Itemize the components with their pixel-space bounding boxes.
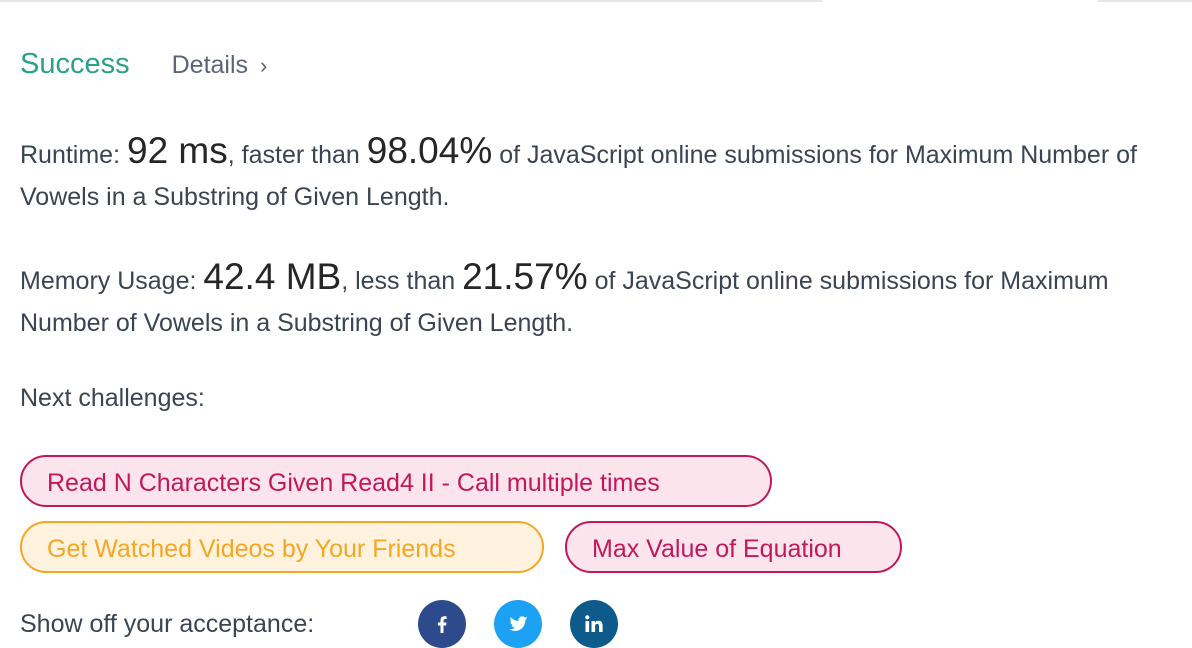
- twitter-share-button[interactable]: [494, 600, 542, 648]
- share-label: Show off your acceptance:: [20, 609, 315, 638]
- facebook-icon: [437, 616, 447, 633]
- details-link[interactable]: Details ›: [172, 51, 268, 80]
- memory-percent: 21.57%: [462, 256, 588, 297]
- runtime-label: Runtime:: [20, 141, 121, 169]
- linkedin-icon: [585, 615, 603, 632]
- challenge-chip-max-value-of-equation[interactable]: Max Value of Equation: [565, 521, 902, 573]
- challenge-chip-read-n-characters[interactable]: Read N Characters Given Read4 II - Call …: [20, 455, 772, 507]
- memory-mid-text: , less than: [341, 267, 456, 295]
- memory-summary: Memory Usage: 42.4 MB, less than 21.57% …: [20, 256, 1180, 344]
- challenge-chip-get-watched-videos[interactable]: Get Watched Videos by Your Friends: [20, 521, 544, 573]
- runtime-mid-text: , faster than: [227, 141, 360, 169]
- runtime-percent: 98.04%: [366, 130, 493, 171]
- runtime-value: 92 ms: [127, 130, 228, 171]
- facebook-share-button[interactable]: [418, 600, 466, 648]
- memory-value: 42.4 MB: [203, 256, 342, 297]
- status-label: Success: [20, 48, 130, 80]
- details-label: Details: [171, 51, 249, 79]
- share-row: Show off your acceptance:: [20, 600, 646, 648]
- linkedin-share-button[interactable]: [570, 600, 618, 648]
- next-challenges-label: Next challenges:: [20, 384, 205, 412]
- runtime-summary: Runtime: 92 ms, faster than 98.04% of Ja…: [20, 130, 1180, 218]
- chevron-right-icon: ›: [260, 53, 268, 78]
- top-divider-right: [1098, 0, 1192, 2]
- status-row: Success Details ›: [20, 48, 267, 81]
- twitter-icon: [509, 616, 528, 631]
- top-divider: [0, 0, 822, 2]
- memory-label: Memory Usage:: [20, 267, 197, 295]
